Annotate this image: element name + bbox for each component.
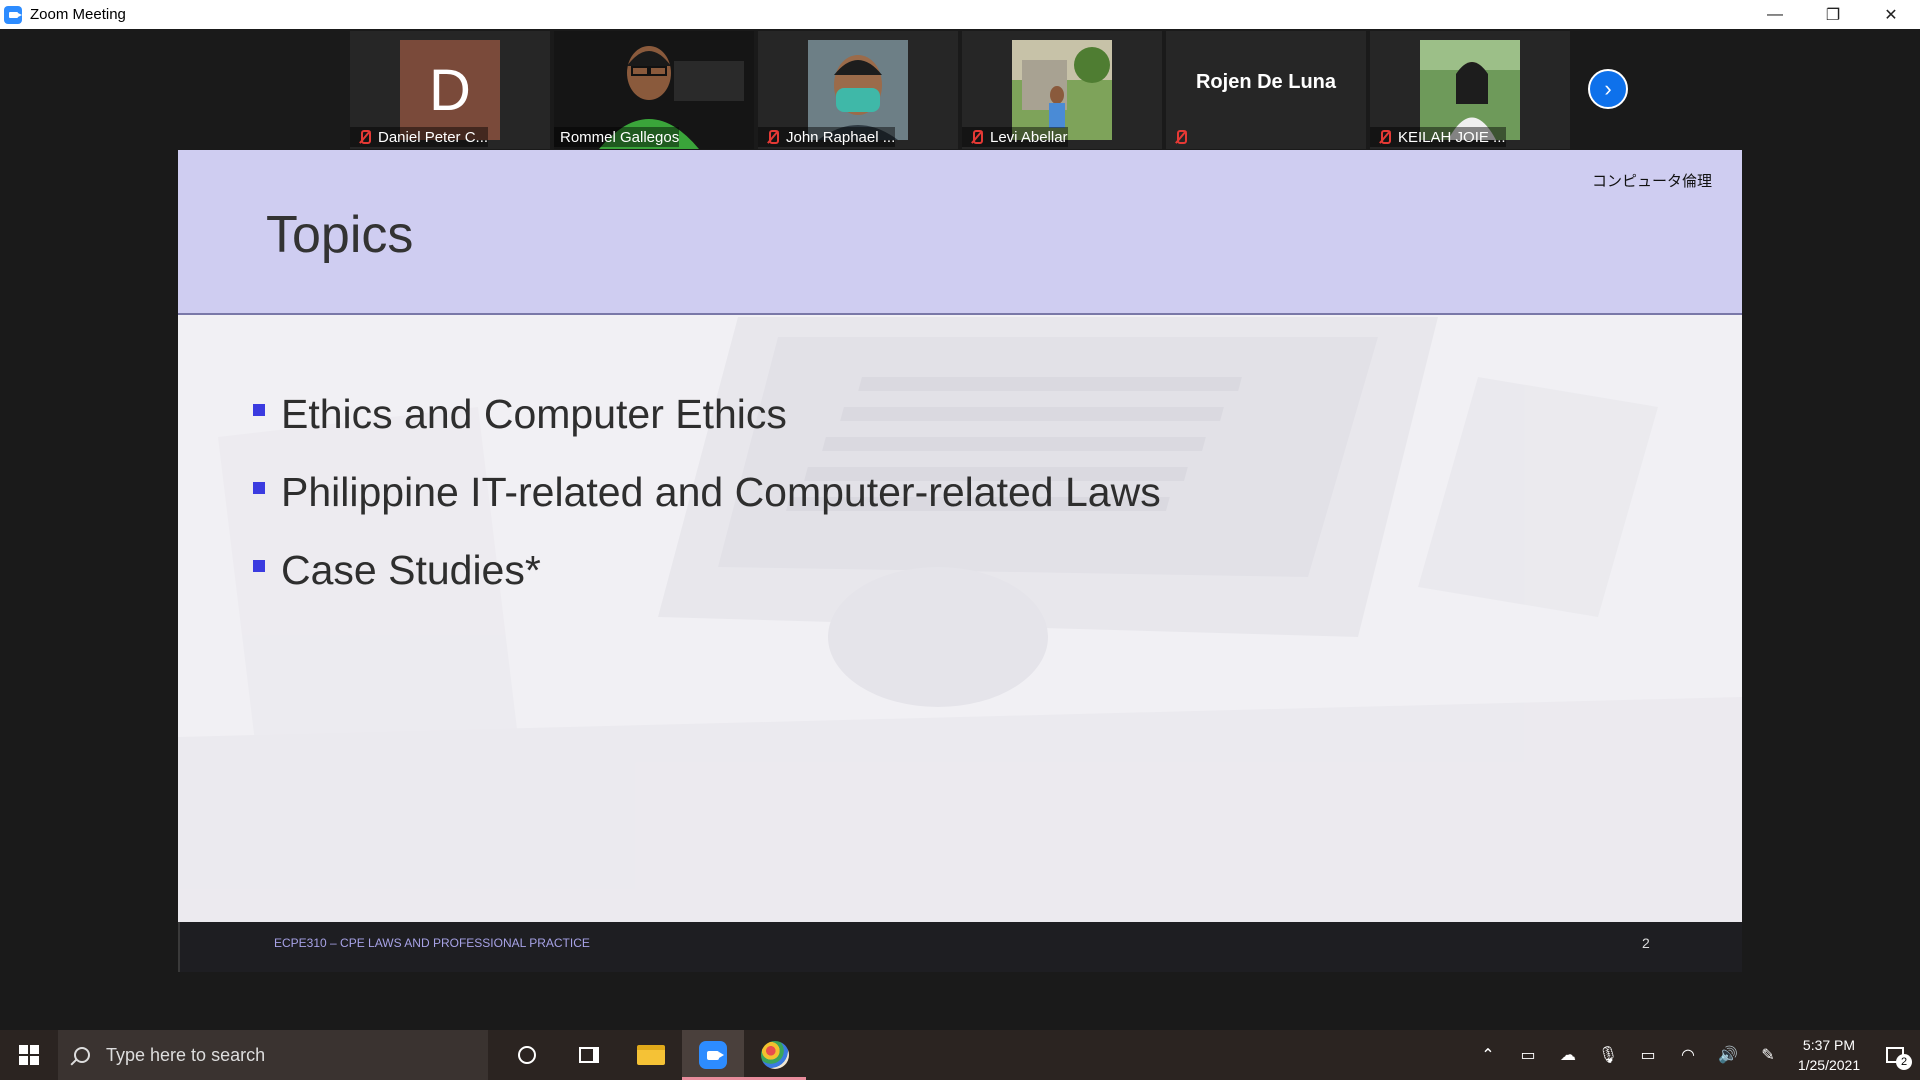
participant-tile[interactable]: Levi Abellar [962,31,1162,149]
window-title: Zoom Meeting [30,6,126,23]
avatar: D [400,40,500,140]
paint-icon [761,1041,789,1069]
list-item: Case Studies* [253,531,1161,609]
participant-name: KEILAH JOIE ... [1398,128,1506,146]
zoom-taskbar-button[interactable] [682,1030,744,1080]
onedrive-cloud-icon[interactable]: ☁ [1548,1030,1588,1080]
battery-icon[interactable]: ▭ [1628,1030,1668,1080]
chevron-right-icon: › [1604,76,1612,101]
restore-button[interactable]: ❐ [1804,0,1862,29]
taskbar-clock[interactable]: 5:37 PM 1/25/2021 [1788,1035,1870,1075]
list-item: Philippine IT-related and Computer-relat… [253,453,1161,531]
participant-name-bar: Levi Abellar [962,127,1068,147]
participant-name: John Raphael ... [786,128,896,146]
participant-video [1012,40,1112,140]
task-view-icon [579,1047,599,1063]
slide-header: コンピュータ倫理 Topics [178,150,1742,315]
taskbar-search-box[interactable]: Type here to search [58,1030,488,1080]
slide-title: Topics [266,206,414,264]
next-participants-button[interactable]: › [1588,69,1628,109]
minimize-button[interactable]: — [1746,0,1804,29]
list-item: Ethics and Computer Ethics [253,375,1161,453]
participant-name: Daniel Peter C... [378,128,489,146]
participant-name-bar [1166,127,1194,147]
paint-taskbar-button[interactable] [744,1030,806,1080]
participant-name-bar: John Raphael ... [758,127,896,147]
bullet-text: Case Studies* [281,546,541,593]
participant-tile[interactable]: Rojen De Luna [1166,31,1366,149]
participant-name-bar: Daniel Peter C... [350,127,489,147]
meet-now-icon[interactable]: ▭ [1508,1030,1548,1080]
bullet-square-icon [253,404,265,416]
show-hidden-icons-chevron-up-icon[interactable]: ⌃ [1468,1030,1508,1080]
folder-icon [637,1045,665,1065]
cortana-button[interactable] [496,1030,558,1080]
windows-taskbar: Type here to search ⌃ ▭ ☁ 🎙 ▭ ◠ 🔊 ✎ 5:37… [0,1030,1920,1080]
participant-tile[interactable]: KEILAH JOIE ... [1370,31,1570,149]
shared-screen-slide: コンピュータ倫理 Topics Ethics and Computer Ethi… [178,150,1742,972]
slide-footer: ECPE310 – CPE LAWS AND PROFESSIONAL PRAC… [178,922,1742,972]
start-button[interactable] [0,1030,58,1080]
course-footer-text: ECPE310 – CPE LAWS AND PROFESSIONAL PRAC… [274,936,590,950]
action-center-button[interactable]: 2 [1870,1030,1920,1080]
pen-icon[interactable]: ✎ [1748,1030,1788,1080]
mic-muted-icon [764,129,780,145]
meeting-area: D Daniel Peter C... Rommel Gallegos John… [0,29,1920,1030]
mic-muted-icon [1172,129,1188,145]
cortana-icon [518,1046,536,1064]
clock-date: 1/25/2021 [1797,1057,1861,1073]
participant-name: Rommel Gallegos [560,128,680,146]
participant-name: Levi Abellar [990,128,1068,146]
zoom-icon [699,1041,727,1069]
bullet-square-icon [253,482,265,494]
slide-tag: コンピュータ倫理 [1591,173,1712,190]
participant-tile[interactable]: John Raphael ... [758,31,958,149]
mic-muted-icon [968,129,984,145]
mic-muted-icon [1376,129,1392,145]
search-placeholder: Type here to search [106,1044,266,1065]
windows-logo-icon [19,1045,39,1065]
participant-video [1420,40,1520,140]
volume-icon[interactable]: 🔊 [1708,1030,1748,1080]
title-bar: Zoom Meeting — ❐ ✕ [0,0,1920,29]
mic-muted-icon [356,129,372,145]
participants-strip: D Daniel Peter C... Rommel Gallegos John… [350,31,1570,149]
close-button[interactable]: ✕ [1862,0,1920,29]
window-controls: — ❐ ✕ [1746,0,1920,29]
clock-time: 5:37 PM [1802,1037,1856,1053]
bullet-text: Ethics and Computer Ethics [281,390,787,437]
participant-tile[interactable]: D Daniel Peter C... [350,31,550,149]
zoom-app-icon [4,5,22,24]
wifi-icon[interactable]: ◠ [1668,1030,1708,1080]
file-explorer-button[interactable] [620,1030,682,1080]
search-icon [74,1047,90,1063]
bullet-square-icon [253,560,265,572]
system-tray: ⌃ ▭ ☁ 🎙 ▭ ◠ 🔊 ✎ 5:37 PM 1/25/2021 2 [1468,1030,1920,1080]
participant-name-bar: Rommel Gallegos [554,127,680,147]
participant-tile-active-speaker[interactable]: Rommel Gallegos [554,31,754,149]
participant-name-bar: KEILAH JOIE ... [1370,127,1506,147]
task-view-button[interactable] [558,1030,620,1080]
participant-video [808,40,908,140]
bullet-text: Philippine IT-related and Computer-relat… [281,468,1161,515]
notification-count-badge: 2 [1896,1054,1912,1070]
bullet-list: Ethics and Computer Ethics Philippine IT… [253,375,1161,609]
slide-page-number: 2 [1642,935,1650,951]
microphone-icon[interactable]: 🎙 [1588,1030,1628,1080]
participant-display-name: Rojen De Luna [1195,71,1336,93]
